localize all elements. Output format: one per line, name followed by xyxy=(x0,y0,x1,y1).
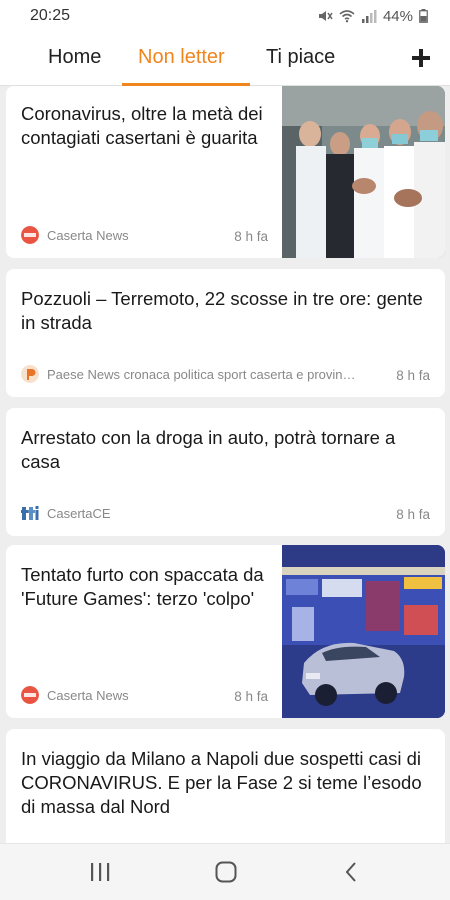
plus-icon[interactable] xyxy=(408,45,434,71)
article-card[interactable]: Pozzuoli – Terremoto, 22 scosse in tre o… xyxy=(6,269,445,397)
status-icons: 44% xyxy=(317,8,428,25)
article-time: 8 h fa xyxy=(234,689,268,704)
top-tab-bar: Home Non letter Ti piace xyxy=(0,32,450,86)
article-source: Caserta News xyxy=(21,226,129,244)
article-card[interactable]: Coronavirus, oltre la metà dei contagiat… xyxy=(6,86,445,258)
article-card[interactable]: In viaggio da Milano a Napoli due sospet… xyxy=(6,729,445,843)
article-title[interactable]: Coronavirus, oltre la metà dei contagiat… xyxy=(21,102,281,150)
signal-icon xyxy=(361,10,377,23)
tab-home[interactable]: Home xyxy=(48,46,101,69)
recent-apps-icon[interactable] xyxy=(88,860,112,884)
article-title[interactable]: In viaggio da Milano a Napoli due sospet… xyxy=(21,747,431,819)
article-title[interactable]: Pozzuoli – Terremoto, 22 scosse in tre o… xyxy=(21,287,441,335)
article-source-name: Caserta News xyxy=(47,227,129,243)
casertace-logo-icon xyxy=(21,506,39,520)
article-title[interactable]: Tentato furto con spaccata da 'Future Ga… xyxy=(21,563,271,611)
battery-percent: 44% xyxy=(382,7,413,25)
article-source-name: Caserta News xyxy=(47,687,129,703)
article-source: Caserta News xyxy=(21,686,129,704)
article-time: 8 h fa xyxy=(234,229,268,244)
paese-news-logo-icon xyxy=(21,365,39,383)
article-time: 8 h fa xyxy=(396,507,430,522)
article-card[interactable]: Arrestato con la droga in auto, potrà to… xyxy=(6,408,445,536)
tab-ti-piace[interactable]: Ti piace xyxy=(266,46,335,69)
caserta-news-logo-icon xyxy=(21,226,39,244)
article-thumbnail[interactable] xyxy=(282,86,445,258)
wifi-icon xyxy=(339,10,355,23)
article-source-name: Paese News cronaca politica sport casert… xyxy=(47,366,356,382)
article-source: CasertaCE xyxy=(21,504,111,522)
news-feed[interactable]: Coronavirus, oltre la metà dei contagiat… xyxy=(0,86,450,843)
back-icon[interactable] xyxy=(340,860,364,884)
battery-icon xyxy=(419,9,428,23)
caserta-news-logo-icon xyxy=(21,686,39,704)
article-time: 8 h fa xyxy=(396,368,430,383)
article-source-name: CasertaCE xyxy=(47,505,111,521)
mute-icon xyxy=(318,11,333,21)
home-icon[interactable] xyxy=(214,860,238,884)
tab-non-letter[interactable]: Non letter xyxy=(138,46,225,69)
article-title[interactable]: Arrestato con la droga in auto, potrà to… xyxy=(21,426,421,474)
status-bar: 20:25 44% xyxy=(0,0,450,32)
article-source: Paese News cronaca politica sport casert… xyxy=(21,365,356,383)
article-card[interactable]: Tentato furto con spaccata da 'Future Ga… xyxy=(6,545,445,718)
article-thumbnail[interactable] xyxy=(282,545,445,718)
status-time: 20:25 xyxy=(30,7,71,24)
system-nav-bar xyxy=(0,843,450,900)
